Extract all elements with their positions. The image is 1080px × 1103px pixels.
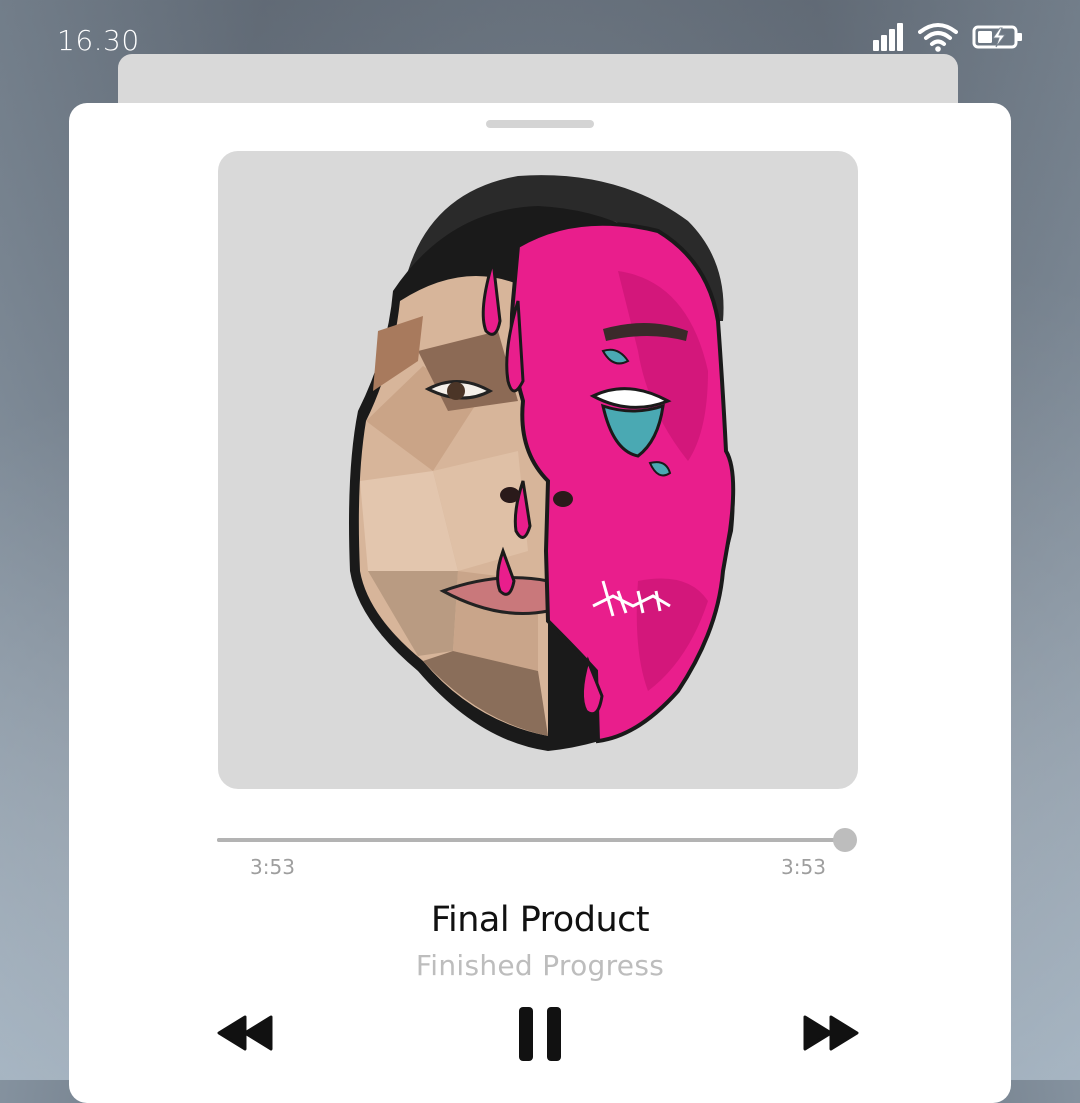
drag-handle[interactable] [486, 120, 594, 128]
fast-forward-icon [803, 1015, 859, 1051]
player-card: 3:53 3:53 Final Product Finished Progres… [69, 103, 1011, 1103]
track-title: Final Product [430, 900, 650, 940]
pause-icon [519, 1007, 561, 1061]
elapsed-time: 3:53 [250, 855, 295, 879]
progress-bar[interactable] [217, 828, 857, 852]
progress-knob[interactable] [833, 828, 857, 852]
album-art [218, 151, 858, 789]
signal-bars-icon [873, 23, 903, 51]
total-time: 3:53 [781, 855, 826, 879]
track-artist: Finished Progress [415, 949, 665, 982]
status-time: 16.30 [57, 24, 140, 57]
fast-forward-button[interactable] [803, 1015, 859, 1056]
rewind-button[interactable] [217, 1015, 273, 1056]
wifi-icon [918, 23, 958, 52]
progress-fill [217, 838, 845, 842]
rewind-icon [217, 1015, 273, 1051]
pause-button[interactable] [519, 1007, 561, 1066]
album-art-illustration [349, 175, 736, 751]
status-icons [872, 22, 1024, 52]
battery-charging-icon [972, 25, 1022, 49]
